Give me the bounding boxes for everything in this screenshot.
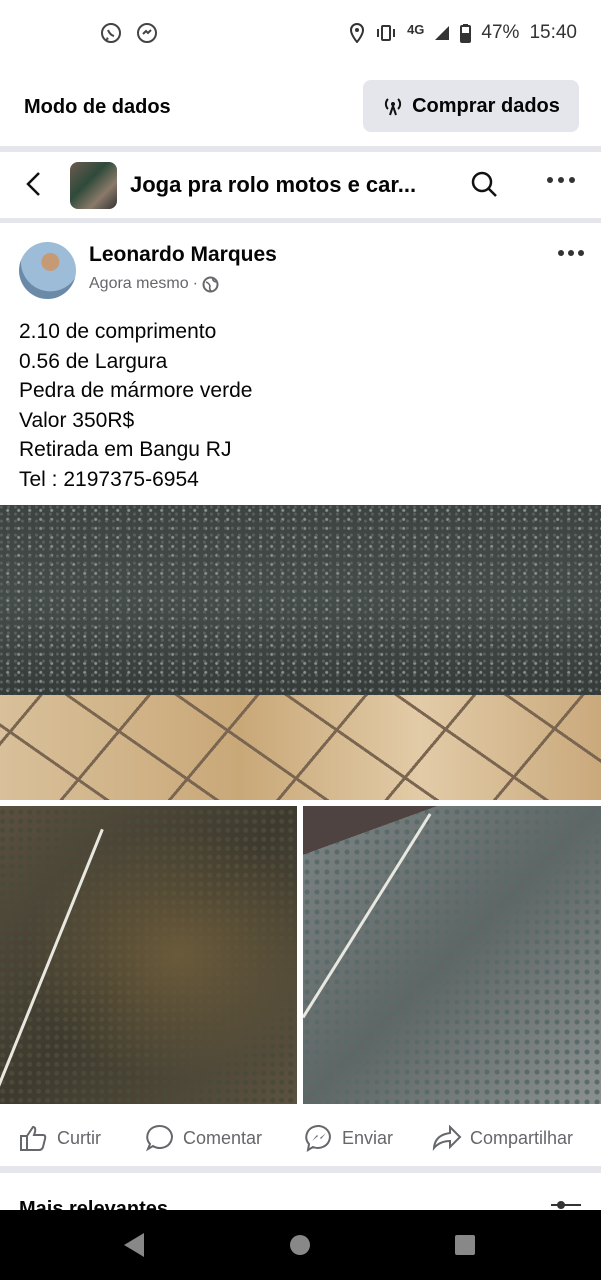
more-options-icon[interactable] [546, 176, 576, 184]
network-type: 4G [407, 21, 425, 37]
antenna-icon [382, 95, 404, 117]
meta-separator: · [192, 275, 198, 292]
clock: 15:40 [529, 22, 577, 43]
nav-home-icon[interactable] [289, 1234, 311, 1256]
signal-icon [434, 25, 450, 41]
group-thumbnail[interactable] [70, 162, 117, 209]
globe-icon [202, 276, 219, 293]
filter-icon[interactable] [551, 1200, 581, 1210]
comment-icon [145, 1124, 175, 1152]
battery-level: 47% [481, 22, 520, 43]
comment-button[interactable]: Comentar [145, 1124, 262, 1152]
avatar[interactable] [19, 242, 76, 299]
post-actions: Curtir Comentar Enviar Compartilhar [0, 1110, 601, 1173]
messenger-icon [304, 1124, 334, 1152]
like-label: Curtir [57, 1127, 101, 1148]
post-meta: Agora mesmo · [89, 275, 219, 293]
nav-recents-icon[interactable] [454, 1234, 476, 1256]
search-icon[interactable] [470, 170, 498, 198]
group-title[interactable]: Joga pra rolo motos e car... [130, 172, 445, 198]
post-options-icon[interactable] [557, 249, 585, 257]
comment-label: Comentar [183, 1127, 263, 1148]
comments-sort-label[interactable]: Mais relevantes [19, 1198, 168, 1210]
granite-slab-image [0, 505, 601, 695]
post-author[interactable]: Leonardo Marques [89, 243, 277, 267]
system-nav-bar [0, 1210, 601, 1280]
back-arrow-icon[interactable] [22, 170, 46, 198]
messenger-lite-icon [136, 22, 158, 44]
share-button[interactable]: Compartilhar [432, 1124, 573, 1152]
post-line: Tel : 2197375-6954 [19, 467, 199, 491]
like-button[interactable]: Curtir [19, 1124, 101, 1152]
comments-section: Mais relevantes [0, 1176, 601, 1210]
post-photo-1[interactable] [0, 505, 601, 800]
vibrate-icon [375, 24, 397, 42]
data-mode-label: Modo de dados [24, 96, 171, 118]
post-line: Pedra de mármore verde [19, 379, 253, 403]
status-bar: 4G 47% 15:40 [0, 0, 601, 70]
buy-data-label: Comprar dados [412, 94, 560, 117]
stone-floor-image [0, 695, 601, 800]
send-label: Enviar [342, 1127, 394, 1148]
data-mode-bar: Modo de dados Comprar dados [0, 70, 601, 152]
post-photo-3[interactable] [303, 806, 601, 1104]
post-line: Retirada em Bangu RJ [19, 438, 232, 462]
nav-back-icon[interactable] [122, 1232, 146, 1258]
battery-icon [460, 23, 472, 43]
whatsapp-icon [100, 22, 122, 44]
location-icon [349, 23, 365, 43]
thumbs-up-icon [19, 1124, 49, 1152]
post-text: 2.10 de comprimento 0.56 de Largura Pedr… [19, 317, 252, 495]
share-label: Compartilhar [470, 1127, 574, 1148]
crack-line [303, 813, 432, 1019]
buy-data-button[interactable]: Comprar dados [363, 80, 579, 132]
post-photo-2[interactable] [0, 806, 297, 1104]
post-line: Valor 350R$ [19, 408, 135, 432]
post-line: 0.56 de Largura [19, 349, 168, 373]
group-header: Joga pra rolo motos e car... [0, 152, 601, 223]
send-button[interactable]: Enviar [304, 1124, 393, 1152]
share-icon [432, 1124, 462, 1152]
post-line: 2.10 de comprimento [19, 320, 217, 343]
post-time[interactable]: Agora mesmo [89, 275, 189, 293]
crack-line [0, 828, 104, 1104]
